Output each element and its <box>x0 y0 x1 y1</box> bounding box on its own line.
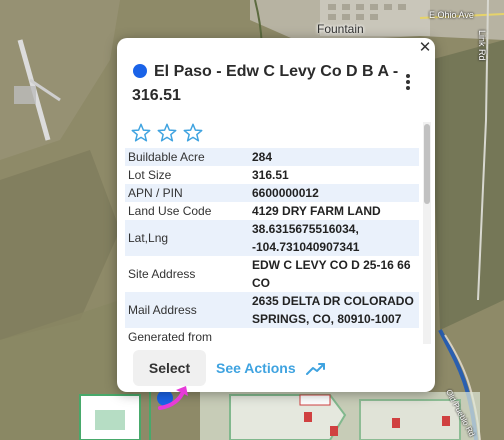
row-value: 316.51 <box>252 168 289 182</box>
map-label-fountain: Fountain <box>317 22 364 36</box>
row-key: Lot Size <box>128 168 172 182</box>
row-value: 284 <box>252 150 273 164</box>
parcel-popup: ✕ El Paso - Edw C Levy Co D B A - 316.51… <box>117 38 435 392</box>
table-row: Site Address EDW C LEVY CO D 25-16 66 CO <box>125 256 419 292</box>
see-actions-button[interactable]: See Actions <box>216 358 326 378</box>
row-key: APN / PIN <box>128 186 183 200</box>
row-key: Site Address <box>128 267 196 281</box>
row-value: 4129 DRY FARM LAND <box>252 204 381 218</box>
table-row: Generated from <box>125 328 419 342</box>
parcel-title: El Paso - Edw C Levy Co D B A - 316.51 <box>132 63 399 104</box>
table-row: Lat,Lng 38.6315675516034, -104.731040907… <box>125 220 419 256</box>
row-value: 2635 DELTA DR COLORADO SPRINGS, CO, 8091… <box>252 294 414 326</box>
close-icon[interactable]: ✕ <box>417 40 433 56</box>
table-row: Land Use Code 4129 DRY FARM LAND <box>125 202 419 220</box>
table-row: APN / PIN 6600000012 <box>125 184 419 202</box>
star-icon[interactable] <box>182 122 204 144</box>
table-row: Buildable Acre 284 <box>125 148 419 166</box>
star-icon[interactable] <box>130 122 152 144</box>
row-value: EDW C LEVY CO D 25-16 66 CO <box>252 258 411 290</box>
map-label-ohio-ave: E Ohio Ave <box>429 10 474 20</box>
select-button[interactable]: Select <box>133 350 206 386</box>
row-key: Mail Address <box>128 303 197 317</box>
kebab-menu-icon[interactable] <box>403 74 413 94</box>
see-actions-label: See Actions <box>216 360 296 376</box>
parcel-details-table[interactable]: Buildable Acre 284 Lot Size 316.51 APN /… <box>125 148 419 342</box>
row-key: Lat,Lng <box>128 231 169 245</box>
table-row: Mail Address 2635 DELTA DR COLORADO SPRI… <box>125 292 419 328</box>
row-value: 38.6315675516034, -104.731040907341 <box>252 222 360 254</box>
trending-up-icon <box>305 363 325 376</box>
map-label-road-right: Link Rd <box>477 30 487 61</box>
pointer-arrow-icon <box>158 386 188 410</box>
scrollbar-thumb[interactable] <box>424 124 430 204</box>
table-row: Lot Size 316.51 <box>125 166 419 184</box>
row-value: 6600000012 <box>252 186 319 200</box>
star-icon[interactable] <box>156 122 178 144</box>
row-key: Land Use Code <box>128 204 212 218</box>
row-key: Generated from <box>128 330 213 342</box>
row-key: Buildable Acre <box>128 150 205 164</box>
rating-stars[interactable] <box>130 122 208 144</box>
